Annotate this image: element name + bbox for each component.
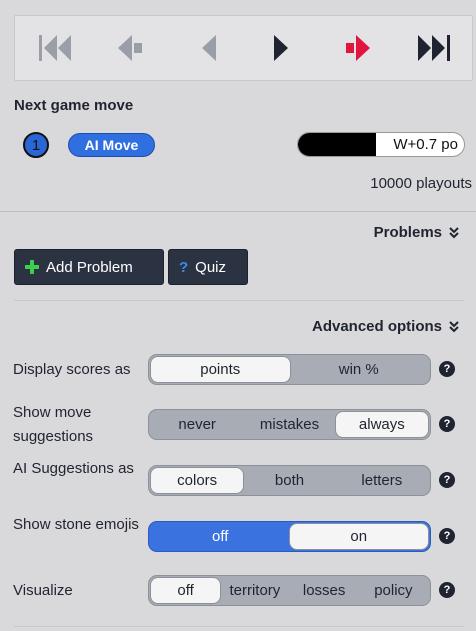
forward-ten-button[interactable] xyxy=(337,28,381,68)
divider xyxy=(14,626,464,627)
help-icon[interactable]: ? xyxy=(439,528,455,544)
problems-title: Problems xyxy=(373,224,442,241)
toggle-option[interactable]: territory xyxy=(220,578,289,603)
toggle-option[interactable]: mistakes xyxy=(243,412,335,437)
display-scores-toggle: points win % xyxy=(148,354,431,385)
advanced-options-toggle[interactable]: Advanced options xyxy=(312,318,460,335)
visualize-toggle: off territory losses policy xyxy=(148,575,431,606)
first-move-icon xyxy=(39,35,71,61)
visualize-label: Visualize xyxy=(13,582,73,599)
help-icon[interactable]: ? xyxy=(439,472,455,488)
help-icon[interactable]: ? xyxy=(439,361,455,377)
forward-ten-icon xyxy=(346,35,370,61)
back-one-button[interactable] xyxy=(185,28,229,68)
ai-suggestions-toggle: colors both letters xyxy=(148,465,431,496)
quiz-label: Quiz xyxy=(195,258,227,276)
forward-one-icon xyxy=(274,35,288,61)
add-problem-button[interactable]: Add Problem xyxy=(14,249,164,285)
chevron-double-down-icon xyxy=(449,226,459,238)
toggle-option[interactable]: losses xyxy=(290,578,359,603)
move-number-badge: 1 xyxy=(23,132,49,158)
divider xyxy=(0,211,476,212)
move-navigation-bar xyxy=(14,15,473,81)
toggle-option[interactable]: on xyxy=(289,524,428,549)
toggle-option[interactable]: always xyxy=(335,412,428,437)
first-move-button[interactable] xyxy=(33,28,77,68)
divider xyxy=(14,300,464,301)
question-icon: ? xyxy=(179,258,189,276)
toggle-option[interactable]: never xyxy=(151,412,243,437)
stone-emojis-toggle: off on xyxy=(148,521,431,552)
next-move-title: Next game move xyxy=(14,97,134,114)
toggle-option[interactable]: off xyxy=(151,578,221,603)
move-number: 1 xyxy=(31,136,41,154)
move-suggestions-label: Show move suggestions xyxy=(13,404,94,445)
help-icon[interactable]: ? xyxy=(439,582,455,598)
ai-move-button[interactable]: AI Move xyxy=(68,133,155,157)
score-bar: W+0.7 po xyxy=(297,132,465,157)
back-ten-button[interactable] xyxy=(109,28,153,68)
display-scores-label: Display scores as xyxy=(13,361,131,378)
toggle-option[interactable]: both xyxy=(243,468,335,493)
advanced-options-title: Advanced options xyxy=(311,318,442,335)
plus-icon xyxy=(25,260,39,274)
last-move-button[interactable] xyxy=(412,28,456,68)
last-move-icon xyxy=(418,35,450,61)
score-text: W+0.7 po xyxy=(393,136,458,153)
move-suggestions-toggle: never mistakes always xyxy=(148,409,431,440)
back-one-icon xyxy=(202,35,216,61)
quiz-button[interactable]: ? Quiz xyxy=(168,249,248,285)
stone-emojis-label: Show stone emojis xyxy=(13,516,139,533)
add-problem-label: Add Problem xyxy=(46,258,133,276)
forward-one-button[interactable] xyxy=(259,28,303,68)
help-icon[interactable]: ? xyxy=(439,416,455,432)
toggle-option[interactable]: policy xyxy=(359,578,428,603)
problems-toggle[interactable]: Problems xyxy=(374,224,460,241)
toggle-option[interactable]: colors xyxy=(151,468,244,493)
toggle-option[interactable]: points xyxy=(151,357,290,382)
ai-suggestions-label: AI Suggestions as xyxy=(13,460,134,477)
back-ten-icon xyxy=(118,35,142,61)
toggle-option[interactable]: letters xyxy=(336,468,428,493)
score-bar-black-fill xyxy=(298,133,377,156)
playouts-count: 10000 playouts xyxy=(370,175,472,192)
toggle-option[interactable]: off xyxy=(151,524,290,549)
toggle-option[interactable]: win % xyxy=(290,357,429,382)
chevron-double-down-icon xyxy=(449,320,459,332)
